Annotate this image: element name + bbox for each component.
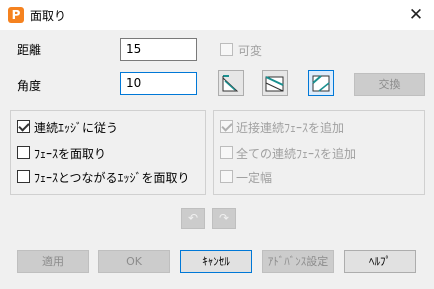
- add-all-faces-label: 全ての連続ﾌｪｰｽを追加: [236, 147, 357, 161]
- chamfer-type-2-icon: [265, 76, 284, 92]
- chamfer-face-label: ﾌｪｰｽを面取り: [34, 147, 107, 161]
- chamfer-face-checkbox[interactable]: [17, 146, 30, 159]
- variable-label: 可変: [238, 44, 263, 58]
- undo-icon: ↶: [187, 211, 199, 225]
- close-button[interactable]: ✕: [398, 0, 434, 30]
- app-logo-icon: P: [8, 7, 24, 23]
- cancel-button[interactable]: ｷｬﾝｾﾙ: [180, 250, 252, 273]
- add-all-faces-checkbox[interactable]: [220, 146, 233, 159]
- redo-icon: ↷: [218, 211, 230, 225]
- chamfer-type-1-button[interactable]: [218, 70, 244, 96]
- distance-label: 距離: [17, 43, 42, 57]
- redo-button[interactable]: ↷: [212, 208, 236, 229]
- chamfer-connected-edges-label: ﾌｪｰｽとつながるｴｯｼﾞを面取り: [34, 171, 190, 185]
- swap-button[interactable]: 交換: [354, 73, 425, 96]
- follow-continuous-edges-checkbox[interactable]: [17, 120, 30, 133]
- undo-button[interactable]: ↶: [181, 208, 205, 229]
- add-near-faces-label: 近接連続ﾌｪｰｽを追加: [236, 121, 345, 135]
- constant-width-label: 一定幅: [236, 171, 273, 185]
- chamfer-connected-edges-checkbox[interactable]: [17, 170, 30, 183]
- follow-continuous-edges-label: 連続ｴｯｼﾞに従う: [34, 121, 119, 135]
- chamfer-type-1-icon: [222, 75, 239, 92]
- add-near-faces-checkbox[interactable]: [220, 120, 233, 133]
- variable-checkbox[interactable]: [220, 43, 233, 56]
- chamfer-type-3-button[interactable]: [308, 70, 334, 96]
- angle-input[interactable]: 10: [120, 72, 197, 95]
- window-title: 面取り: [30, 9, 67, 23]
- help-button[interactable]: ﾍﾙﾌﾟ: [344, 250, 416, 273]
- distance-input[interactable]: 15: [120, 38, 197, 61]
- apply-button[interactable]: 適用: [17, 250, 89, 273]
- chamfer-type-3-icon: [312, 75, 330, 92]
- chamfer-type-2-button[interactable]: [262, 70, 288, 96]
- constant-width-checkbox[interactable]: [220, 170, 233, 183]
- advanced-settings-button[interactable]: ｱﾄﾞﾊﾞﾝｽ設定: [262, 250, 334, 273]
- angle-label: 角度: [17, 79, 42, 93]
- ok-button[interactable]: OK: [98, 250, 170, 273]
